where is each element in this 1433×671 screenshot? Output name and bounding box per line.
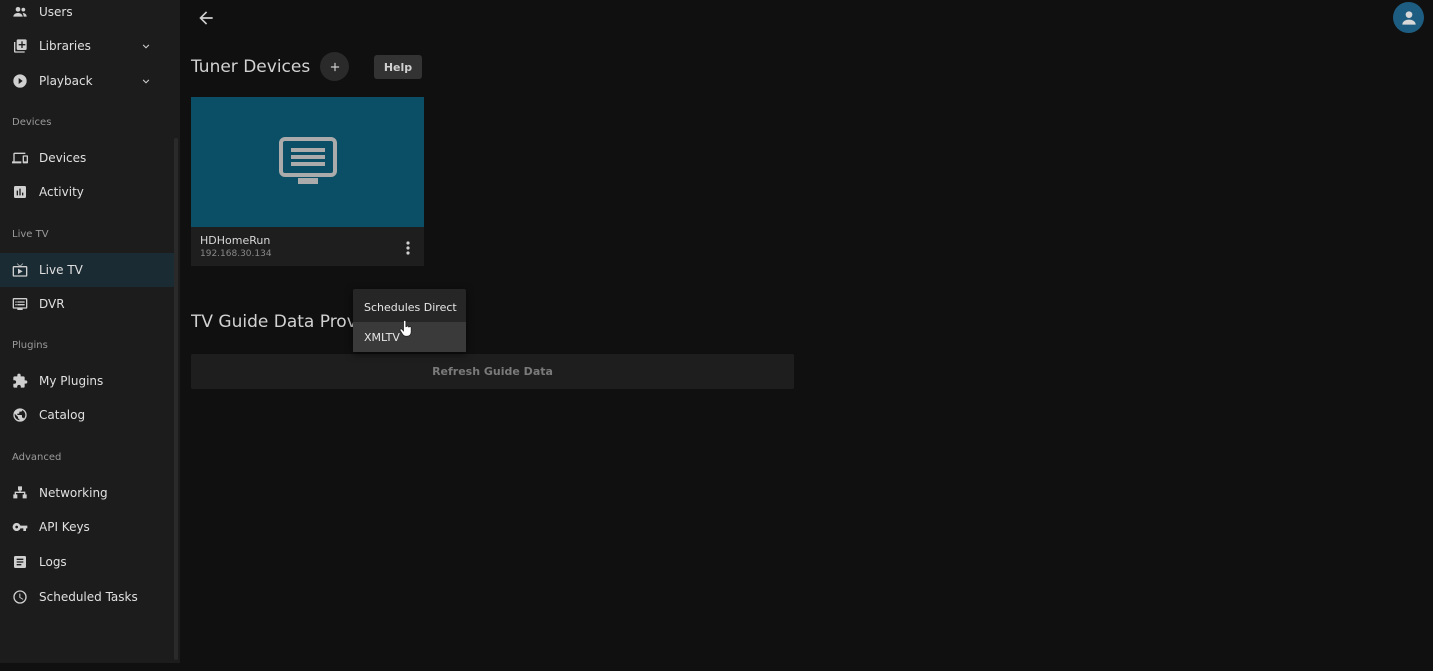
network-icon [12, 485, 28, 501]
sidebar-item-label: Scheduled Tasks [39, 590, 138, 604]
device-thumbnail[interactable] [191, 97, 424, 227]
back-button[interactable] [196, 8, 216, 28]
sidebar-item-api-keys[interactable]: API Keys [0, 510, 174, 544]
clock-icon [12, 589, 28, 605]
sidebar-item-logs[interactable]: Logs [0, 545, 174, 579]
playback-icon [12, 73, 28, 89]
sidebar-item-label: My Plugins [39, 374, 104, 388]
person-icon [1401, 10, 1416, 25]
sidebar-item-networking[interactable]: Networking [0, 476, 174, 510]
sidebar-item-scheduled-tasks[interactable]: Scheduled Tasks [0, 580, 174, 614]
activity-icon [12, 184, 28, 200]
sidebar-item-label: Activity [39, 185, 84, 199]
sidebar-item-label: Devices [39, 151, 87, 165]
section-label-advanced: Advanced [12, 452, 62, 463]
sidebar-item-playback[interactable]: Playback [0, 64, 174, 98]
arrow-left-icon [199, 11, 213, 25]
hand-cursor-icon [399, 320, 412, 337]
sidebar-item-dvr[interactable]: DVR [0, 287, 174, 321]
tv-guide-icon [278, 137, 337, 184]
key-icon [12, 519, 28, 535]
sidebar: Users Libraries Playback Devices Devices… [0, 0, 180, 663]
device-menu-button[interactable] [401, 240, 415, 256]
sidebar-item-label: Users [39, 5, 73, 19]
guide-providers-title: TV Guide Data Providers [191, 312, 354, 332]
logs-icon [12, 554, 28, 570]
globe-icon [12, 407, 28, 423]
sidebar-item-live-tv[interactable]: Live TV [0, 253, 174, 287]
sidebar-item-users[interactable]: Users [0, 0, 174, 29]
device-ip: 192.168.30.134 [200, 249, 272, 259]
more-vertical-icon [406, 241, 410, 255]
tuner-device-card[interactable]: HDHomeRun 192.168.30.134 [191, 97, 424, 266]
sidebar-item-label: DVR [39, 297, 65, 311]
chevron-down-icon[interactable] [140, 40, 152, 52]
sidebar-item-my-plugins[interactable]: My Plugins [0, 364, 174, 398]
plus-icon [330, 62, 339, 71]
sidebar-item-label: API Keys [39, 520, 90, 534]
sidebar-item-libraries[interactable]: Libraries [0, 29, 174, 63]
help-button[interactable]: Help [374, 55, 422, 79]
chevron-down-icon[interactable] [140, 75, 152, 87]
puzzle-icon [12, 373, 28, 389]
live-tv-icon [12, 262, 28, 278]
device-name: HDHomeRun [200, 234, 271, 247]
tuner-devices-title: Tuner Devices [191, 57, 311, 77]
sidebar-item-label: Networking [39, 486, 108, 500]
section-label-plugins: Plugins [12, 340, 48, 351]
sidebar-item-activity[interactable]: Activity [0, 175, 174, 209]
users-icon [12, 4, 28, 20]
refresh-guide-button[interactable]: Refresh Guide Data [191, 354, 794, 389]
sidebar-item-devices[interactable]: Devices [0, 141, 174, 175]
menu-item-schedules-direct[interactable]: Schedules Direct [353, 292, 466, 322]
devices-icon [12, 150, 28, 166]
section-label-devices: Devices [12, 117, 52, 128]
sidebar-item-catalog[interactable]: Catalog [0, 398, 174, 432]
sidebar-item-label: Catalog [39, 408, 86, 422]
sidebar-item-label: Playback [39, 74, 93, 88]
libraries-icon [12, 38, 28, 54]
sidebar-item-label: Logs [39, 555, 67, 569]
guide-title-container: TV Guide Data Providers [191, 312, 354, 334]
user-avatar-button[interactable] [1393, 2, 1424, 33]
sidebar-scrollbar[interactable] [174, 138, 178, 660]
dvr-icon [12, 296, 28, 312]
sidebar-item-label: Live TV [39, 263, 83, 277]
add-tuner-button[interactable] [320, 52, 349, 81]
sidebar-item-label: Libraries [39, 39, 91, 53]
section-label-live-tv: Live TV [12, 229, 49, 240]
